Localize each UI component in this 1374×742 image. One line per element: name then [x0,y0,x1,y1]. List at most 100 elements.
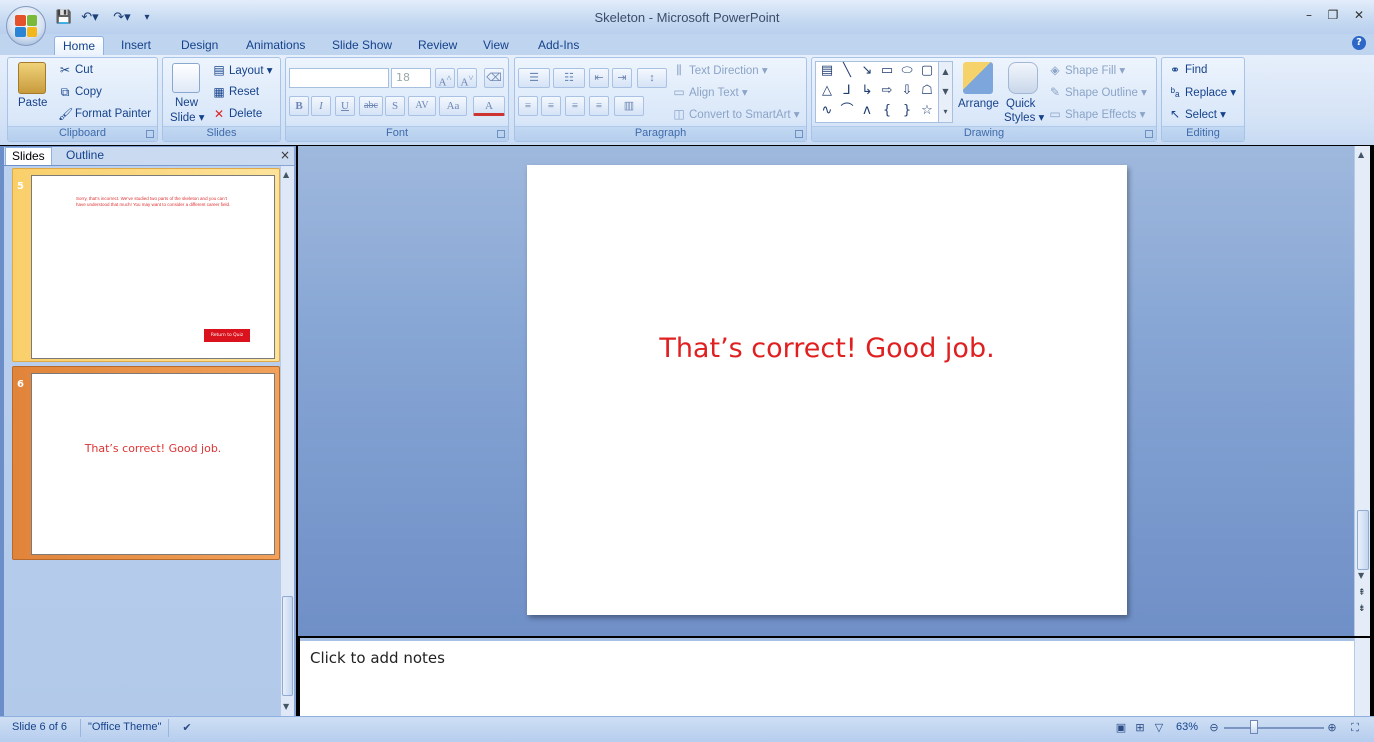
align-center-icon[interactable]: ≡ [541,96,561,116]
left-brace-shape-icon[interactable]: { [878,102,896,120]
scroll-down-icon[interactable]: ▼ [283,702,289,711]
shape-effects-button[interactable]: ▭ Shape Effects ▾ [1048,107,1145,121]
freeform-shape-icon[interactable]: ☖ [918,82,936,100]
new-slide-icon[interactable] [172,63,200,93]
grow-font-icon[interactable]: A˄ [435,68,455,89]
bullets-icon[interactable]: ☰ [518,68,550,88]
copy-button[interactable]: ⧉ Copy [58,85,102,99]
scroll-thumb[interactable] [1357,510,1369,570]
arrange-button[interactable]: Arrange [958,98,999,110]
minimize-button[interactable]: – [1298,8,1320,24]
office-button[interactable] [6,6,46,46]
numbering-icon[interactable]: ☷ [553,68,585,88]
zoom-slider[interactable] [1224,727,1324,729]
normal-view-icon[interactable]: ▣ [1112,719,1130,737]
right-arrow-shape-icon[interactable]: ⇨ [878,82,896,100]
font-color-button[interactable]: A [473,96,505,116]
tab-slide-show[interactable]: Slide Show [324,36,400,56]
close-pane-icon[interactable]: × [280,148,290,162]
quick-styles-icon[interactable] [1008,62,1038,94]
scroll-up-icon[interactable]: ▲ [283,170,289,179]
tab-add-ins[interactable]: Add-Ins [530,36,587,56]
replace-button[interactable]: ᵇₐ Replace ▾ [1168,85,1237,99]
increase-indent-icon[interactable]: ⇥ [612,68,632,88]
align-text-button[interactable]: ▭ Align Text ▾ [672,85,747,99]
previous-slide-icon[interactable]: ⇞ [1358,588,1366,598]
tab-view[interactable]: View [475,36,517,56]
tab-slides[interactable]: Slides [5,147,52,165]
font-size-input[interactable]: 18 [391,68,431,88]
spell-check-icon[interactable]: ✔ [178,719,196,737]
line-spacing-icon[interactable]: ↕ [637,68,667,88]
slide-show-view-icon[interactable]: ▽ [1150,719,1168,737]
layout-button[interactable]: ▤ Layout ▾ [212,63,272,77]
elbow-connector-shape-icon[interactable]: ⅃ [838,82,856,100]
notes-pane[interactable]: Click to add notes [300,638,1354,716]
next-slide-icon[interactable]: ⇟ [1358,604,1366,614]
zoom-in-icon[interactable]: ⊕ [1323,719,1341,737]
zoom-out-icon[interactable]: ⊖ [1205,719,1223,737]
tab-animations[interactable]: Animations [238,36,313,56]
slide-sorter-view-icon[interactable]: ⊞ [1131,719,1149,737]
font-family-input[interactable] [289,68,389,88]
underline-button[interactable]: U [335,96,355,116]
star-shape-icon[interactable]: ☆ [918,102,936,120]
scroll-up-icon[interactable]: ▲ [1358,150,1364,159]
shrink-font-icon[interactable]: A˅ [457,68,477,89]
slide-text[interactable]: That’s correct! Good job. [527,333,1127,364]
text-box-shape-icon[interactable]: ▤ [818,62,836,80]
tab-review[interactable]: Review [410,36,465,56]
notes-scrollbar[interactable] [1354,638,1370,716]
strikethrough-button[interactable]: abc [359,96,383,116]
curve-shape-icon[interactable]: ∿ [818,102,836,120]
align-right-icon[interactable]: ≡ [565,96,585,116]
rectangle-shape-icon[interactable]: ▭ [878,62,896,80]
change-case-button[interactable]: Aa [439,96,467,116]
down-arrow-shape-icon[interactable]: ⇩ [898,82,916,100]
close-button[interactable]: ✕ [1348,8,1370,24]
restore-button[interactable]: ❐ [1322,8,1344,24]
decrease-indent-icon[interactable]: ⇤ [589,68,609,88]
text-shadow-button[interactable]: S [385,96,405,116]
slide-thumbnail[interactable]: 5 Sorry, that’s incorrect. We’ve studied… [12,168,280,362]
bold-button[interactable]: B [289,96,309,116]
notes-placeholder[interactable]: Click to add notes [310,649,445,667]
text-direction-button[interactable]: ⫼ Text Direction ▾ [672,63,767,77]
line-shape-icon[interactable]: ╲ [838,62,856,80]
format-painter-button[interactable]: 🖌 Format Painter [58,107,151,121]
tab-design[interactable]: Design [173,36,226,56]
current-slide[interactable]: That’s correct! Good job. [527,165,1127,615]
quick-styles-label[interactable]: Quick [1006,98,1035,110]
scroll-thumb[interactable] [282,596,293,696]
arc-shape-icon[interactable]: ⌒ [838,102,856,120]
zoom-slider-thumb[interactable] [1250,720,1258,734]
tab-outline[interactable]: Outline [60,147,110,165]
paste-button[interactable]: Paste [18,97,47,109]
italic-button[interactable]: I [311,96,331,116]
align-left-icon[interactable]: ≡ [518,96,538,116]
reset-button[interactable]: ▦ Reset [212,85,259,99]
clear-formatting-icon[interactable]: ⌫ [484,68,504,88]
shape-outline-button[interactable]: ✎ Shape Outline ▾ [1048,85,1147,99]
fit-to-window-icon[interactable]: ⛶ [1346,719,1364,737]
rounded-rectangle-shape-icon[interactable]: ▢ [918,62,936,80]
columns-icon[interactable]: ▥ [614,96,644,116]
triangle-shape-icon[interactable]: △ [818,82,836,100]
new-slide-dropdown[interactable]: Slide ▾ [170,110,205,124]
dialog-launcher-icon[interactable] [497,130,505,138]
convert-smartart-button[interactable]: ◫ Convert to SmartArt ▾ [672,107,799,121]
shapes-gallery-scroll[interactable]: ▲ ▼ ▾ [938,62,952,122]
right-brace-shape-icon[interactable]: } [898,102,916,120]
tab-home[interactable]: Home [54,36,105,57]
arrange-icon[interactable] [963,62,993,94]
dialog-launcher-icon[interactable] [146,130,154,138]
slide-scrollbar[interactable]: ▲ ▼ ⇞ ⇟ [1354,146,1370,636]
scribble-shape-icon[interactable]: ᴧ [858,102,876,120]
scroll-down-icon[interactable]: ▼ [1358,571,1364,580]
paste-icon[interactable] [18,62,46,94]
find-button[interactable]: ⚭ Find [1168,63,1207,77]
thumbnails-scrollbar[interactable]: ▲ ▼ [280,166,294,716]
elbow-arrow-shape-icon[interactable]: ↳ [858,82,876,100]
new-slide-label[interactable]: New [175,97,198,109]
delete-button[interactable]: ✕ Delete [212,107,262,121]
